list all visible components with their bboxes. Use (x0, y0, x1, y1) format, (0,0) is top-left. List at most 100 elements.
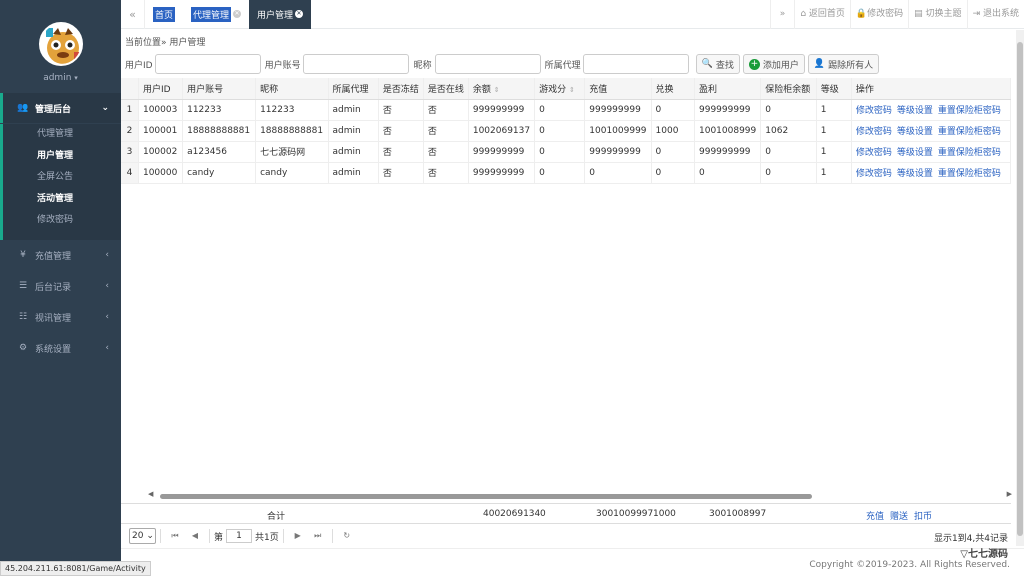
next-page-icon[interactable]: ▶ (290, 528, 306, 544)
totals-row: 合计 4002069134 0 3001009997 1000 30010089… (121, 503, 1011, 524)
tab-users[interactable]: 用户管理 ✕ (249, 0, 312, 29)
level-settings-link[interactable]: 等级设置 (897, 148, 933, 158)
level-settings-link[interactable]: 等级设置 (897, 169, 933, 179)
col-nickname[interactable]: 昵称 (255, 78, 329, 100)
sort-icon[interactable]: ⇕ (494, 86, 500, 94)
cell-balance: 999999999 (468, 141, 536, 163)
menu-group-recharge[interactable]: ¥ 充值管理 ‹ (0, 240, 121, 270)
col-agent[interactable]: 所属代理 (328, 78, 379, 100)
switch-theme-button[interactable]: ▤ 切换主题 (908, 0, 966, 29)
page-number-input[interactable]: 1 (226, 529, 253, 543)
cell-recharge: 0 (584, 162, 652, 184)
cell-online: 否 (423, 120, 469, 142)
recharge-link[interactable]: 充值 (866, 512, 884, 522)
cell-safe-balance: 0 (760, 99, 817, 121)
menu-item-activity[interactable]: 活动管理 (3, 189, 121, 211)
user-id-input[interactable] (154, 54, 261, 74)
logout-icon: ⇥ (972, 9, 981, 19)
vertical-scrollbar[interactable] (1016, 30, 1024, 546)
menu-group-label: 充值管理 (35, 251, 72, 262)
page-size-select[interactable]: 20 ⌄ (129, 528, 156, 544)
level-settings-link[interactable]: 等级设置 (897, 127, 933, 137)
logo-triangle-icon: ▽ (960, 549, 968, 560)
tabs-scroll-right-button[interactable]: » (769, 0, 795, 29)
avatar[interactable] (39, 22, 83, 66)
col-user-id[interactable]: 用户ID (138, 78, 184, 100)
home-button[interactable]: ⌂ 返回首页 (794, 0, 850, 29)
tab-bar: « 首页 代理管理 ✕ 用户管理 ✕ » ⌂ 返回首页 🔒修改密码 ▤ 切换主题 ⇥… (121, 0, 1024, 29)
tabs-scroll-left-button[interactable]: « (121, 0, 145, 29)
col-balance[interactable]: 余额 ⇕ (468, 78, 536, 100)
col-profit[interactable]: 盈利 (694, 78, 762, 100)
reset-safe-password-link[interactable]: 重置保险柜密码 (938, 148, 1001, 158)
page-footer: ▽七七源码 Copyright ©2019-2023. All Rights R… (121, 548, 1024, 576)
reset-safe-password-link[interactable]: 重置保险柜密码 (938, 106, 1001, 116)
menu-group-admin[interactable]: 👥 管理后台 ⌄ (0, 93, 121, 123)
cell-agent: admin (328, 141, 379, 163)
reset-safe-password-link[interactable]: 重置保险柜密码 (938, 169, 1001, 179)
cell-agent: admin (328, 162, 379, 184)
level-settings-link[interactable]: 等级设置 (897, 106, 933, 116)
agent-input[interactable] (582, 54, 689, 74)
account-input[interactable] (302, 54, 409, 74)
table-row[interactable]: 1 100003 112233 112233 admin 否否 999999999 0 9999… (121, 99, 1012, 121)
change-password-button[interactable]: 🔒修改密码 (849, 0, 908, 29)
change-password-link[interactable]: 修改密码 (856, 169, 892, 179)
cell-safe-balance: 1062 (760, 120, 817, 142)
col-account[interactable]: 用户账号 (182, 78, 257, 100)
close-icon[interactable]: ✕ (295, 10, 304, 18)
find-button[interactable]: 🔍 查找 (695, 54, 740, 74)
change-password-link[interactable]: 修改密码 (856, 148, 892, 158)
nickname-input[interactable] (434, 54, 541, 74)
menu-group-settings[interactable]: ⚙ 系统设置 ‹ (0, 333, 121, 363)
cell-score: 0 (534, 120, 586, 142)
add-user-button[interactable]: + 添加用户 (742, 54, 805, 74)
scrollbar-thumb[interactable] (160, 494, 812, 499)
tab-home[interactable]: 首页 (145, 0, 183, 29)
col-score[interactable]: 游戏分 ⇕ (534, 78, 586, 100)
prev-page-icon[interactable]: ◀ (187, 528, 203, 544)
sidebar: admin ▾ 👥 管理后台 ⌄ 代理管理 用户管理 全屏公告 活动管理 修改密… (0, 0, 121, 576)
close-icon[interactable]: ✕ (233, 10, 242, 18)
switch-theme-label: 切换主题 (925, 9, 962, 19)
sort-icon[interactable]: ⇕ (569, 86, 575, 94)
col-recharge[interactable]: 充值 (584, 78, 652, 100)
col-exchange[interactable]: 兑换 (651, 78, 696, 100)
kick-all-label: 踢除所有人 (828, 60, 874, 71)
scrollbar-thumb[interactable] (1017, 42, 1023, 536)
table-row[interactable]: 4 100000 candy candy admin 否否 999999999 0 0 0 0 0 1 修… (121, 162, 1012, 184)
kick-all-button[interactable]: 👤 踢除所有人 (807, 54, 880, 74)
table-row[interactable]: 2 100001 18888888881 18888888881 admin 否否 1002… (121, 120, 1012, 142)
horizontal-scrollbar[interactable]: ◀ ▶ (148, 490, 1012, 500)
data-table: 用户ID 用户账号 昵称 所属代理 是否冻结 是否在线 余额 ⇕ 游戏分 ⇕ 充… (121, 78, 1012, 184)
last-page-icon[interactable]: ⏭ (310, 528, 326, 544)
scroll-left-arrow-icon[interactable]: ◀ (148, 490, 153, 498)
col-safe-balance[interactable]: 保险柜余额 (760, 78, 817, 100)
refresh-icon[interactable]: ↻ (339, 528, 355, 544)
cell-account: candy (182, 162, 257, 184)
chevron-left-icon: ‹ (105, 250, 109, 260)
deduct-link[interactable]: 扣币 (914, 512, 932, 522)
table-row[interactable]: 3 100002 a123456 七七源码网 admin 否否 999999999 0 9999… (121, 141, 1012, 163)
scroll-right-arrow-icon[interactable]: ▶ (1007, 490, 1012, 498)
col-level[interactable]: 等级 (816, 78, 852, 100)
reset-safe-password-link[interactable]: 重置保险柜密码 (938, 127, 1001, 137)
change-password-link[interactable]: 修改密码 (856, 106, 892, 116)
cell-recharge: 999999999 (584, 99, 652, 121)
menu-item-agent[interactable]: 代理管理 (3, 124, 121, 146)
cell-recharge: 999999999 (584, 141, 652, 163)
user-menu[interactable]: admin ▾ (0, 73, 121, 83)
col-online[interactable]: 是否在线 (423, 78, 469, 100)
logout-button[interactable]: ⇥ 退出系统 (966, 0, 1024, 29)
change-password-link[interactable]: 修改密码 (856, 127, 892, 137)
menu-item-announcement[interactable]: 全屏公告 (3, 167, 121, 189)
col-frozen[interactable]: 是否冻结 (378, 78, 424, 100)
first-page-icon[interactable]: ⏮ (167, 528, 183, 544)
menu-group-video[interactable]: ☷ 视讯管理 ‹ (0, 302, 121, 332)
cell-frozen: 否 (378, 162, 424, 184)
menu-item-users[interactable]: 用户管理 (3, 146, 121, 168)
gift-link[interactable]: 赠送 (890, 512, 908, 522)
menu-group-records[interactable]: ☰ 后台记录 ‹ (0, 271, 121, 301)
tab-agent[interactable]: 代理管理 ✕ (183, 0, 249, 29)
menu-item-change-password[interactable]: 修改密码 (3, 210, 121, 232)
